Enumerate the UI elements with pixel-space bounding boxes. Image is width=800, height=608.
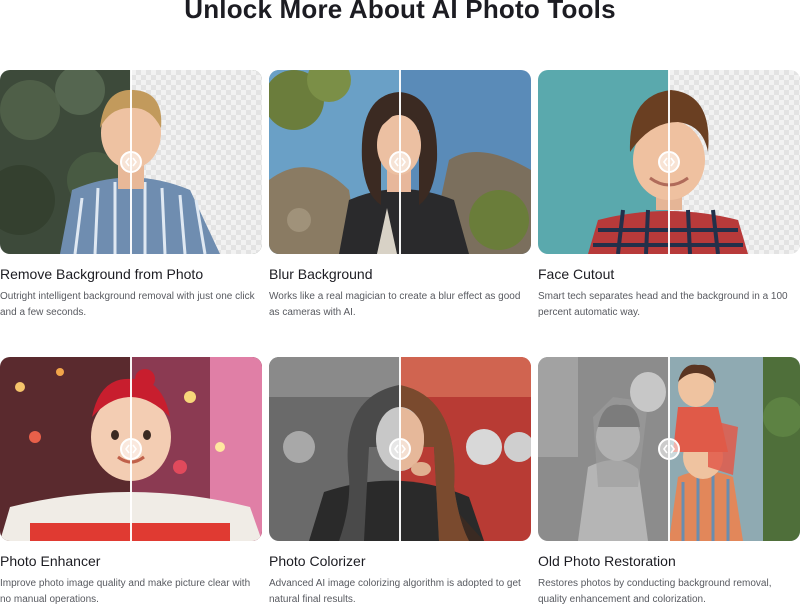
compare-slider-handle[interactable] <box>120 151 142 173</box>
tool-card-old-photo-restoration[interactable]: Old Photo Restoration Restores photos by… <box>538 357 800 605</box>
compare-slider-handle[interactable] <box>658 438 680 460</box>
compare-slider-handle[interactable] <box>389 151 411 173</box>
left-right-arrows-icon <box>663 444 675 454</box>
tool-description: Restores photos by conducting background… <box>538 578 772 605</box>
tool-card-photo-enhancer[interactable]: Photo Enhancer Improve photo image quali… <box>0 357 262 605</box>
tool-card-photo-colorizer[interactable]: Photo Colorizer Advanced AI image colori… <box>269 357 531 605</box>
tool-card-face-cutout[interactable]: Face Cutout Smart tech separates head an… <box>538 70 800 318</box>
tool-description: Outright intelligent background removal … <box>0 291 255 318</box>
before-after-preview[interactable] <box>0 70 262 254</box>
tool-title[interactable]: Blur Background <box>269 266 531 282</box>
tool-card-remove-background[interactable]: Remove Background from Photo Outright in… <box>0 70 262 318</box>
tool-title[interactable]: Face Cutout <box>538 266 800 282</box>
before-after-preview[interactable] <box>269 357 531 541</box>
before-after-preview[interactable] <box>269 70 531 254</box>
left-right-arrows-icon <box>394 157 406 167</box>
tool-description: Advanced AI image colorizing algorithm i… <box>269 578 521 605</box>
tool-title[interactable]: Photo Colorizer <box>269 553 531 569</box>
before-after-preview[interactable] <box>0 357 262 541</box>
left-right-arrows-icon <box>394 444 406 454</box>
tool-title[interactable]: Remove Background from Photo <box>0 266 262 282</box>
page-title: Unlock More About AI Photo Tools <box>184 0 616 24</box>
left-right-arrows-icon <box>663 157 675 167</box>
compare-slider-handle[interactable] <box>389 438 411 460</box>
before-after-preview[interactable] <box>538 70 800 254</box>
left-right-arrows-icon <box>125 444 137 454</box>
compare-slider-handle[interactable] <box>658 151 680 173</box>
before-after-preview[interactable] <box>538 357 800 541</box>
tool-description: Smart tech separates head and the backgr… <box>538 291 788 318</box>
tool-card-blur-background[interactable]: Blur Background Works like a real magici… <box>269 70 531 318</box>
compare-slider-handle[interactable] <box>120 438 142 460</box>
tool-description: Works like a real magician to create a b… <box>269 291 521 318</box>
tool-title[interactable]: Photo Enhancer <box>0 553 262 569</box>
tool-description: Improve photo image quality and make pic… <box>0 578 251 605</box>
tool-title[interactable]: Old Photo Restoration <box>538 553 800 569</box>
left-right-arrows-icon <box>125 157 137 167</box>
